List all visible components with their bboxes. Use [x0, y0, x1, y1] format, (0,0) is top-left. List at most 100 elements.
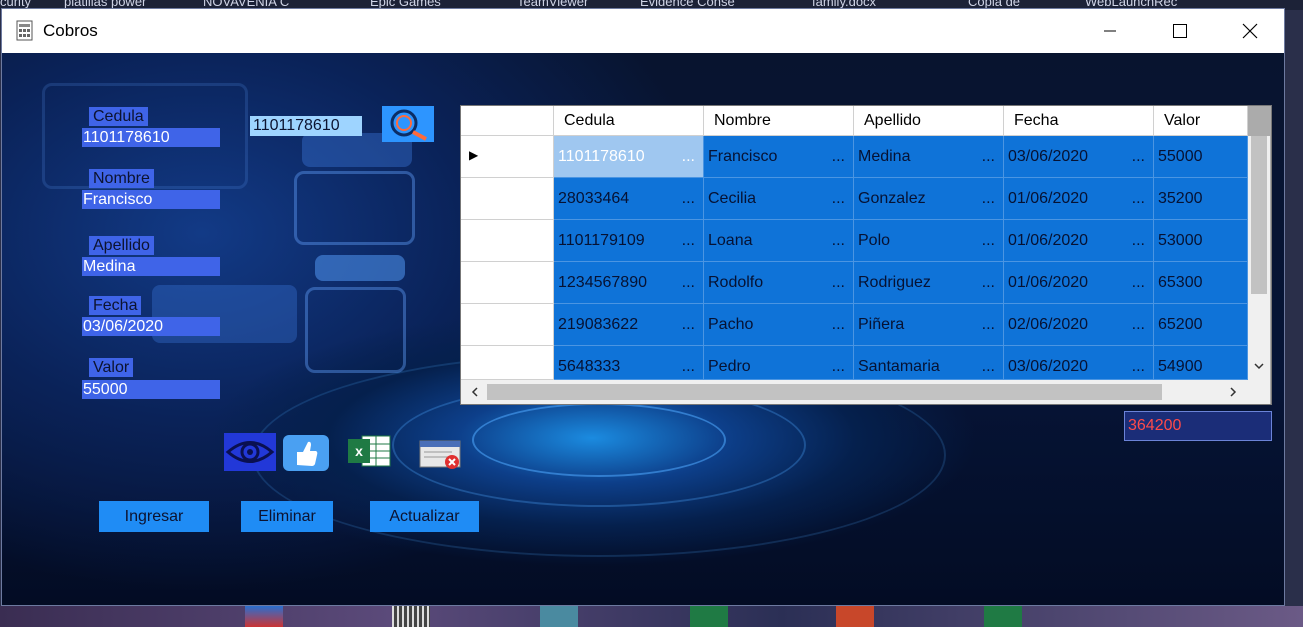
- grid-cell[interactable]: 35200: [1154, 178, 1248, 220]
- grid-cell[interactable]: 1101179109...: [554, 220, 704, 262]
- row-header[interactable]: ▶: [461, 136, 554, 178]
- minimize-button[interactable]: [1075, 9, 1145, 53]
- actualizar-button[interactable]: Actualizar: [370, 501, 479, 532]
- grid-cell[interactable]: 65300: [1154, 262, 1248, 304]
- grid-cell[interactable]: Rodriguez...: [854, 262, 1004, 304]
- cell-ellipsis[interactable]: ...: [832, 304, 845, 345]
- grid-cell[interactable]: Pacho...: [704, 304, 854, 346]
- title-bar[interactable]: Cobros: [2, 9, 1284, 53]
- cell-ellipsis[interactable]: ...: [832, 346, 845, 379]
- grid-cell[interactable]: 219083622...: [554, 304, 704, 346]
- chevron-right-icon[interactable]: [1227, 386, 1239, 398]
- grid-cell[interactable]: Gonzalez...: [854, 178, 1004, 220]
- cell-ellipsis[interactable]: ...: [682, 304, 695, 345]
- grid-cell[interactable]: Loana...: [704, 220, 854, 262]
- column-header-fecha[interactable]: Fecha: [1004, 106, 1154, 136]
- cell-ellipsis[interactable]: ...: [682, 346, 695, 379]
- chevron-down-icon[interactable]: [1253, 360, 1265, 372]
- grid-cell[interactable]: Francisco...: [704, 136, 854, 178]
- export-excel-button[interactable]: x: [346, 433, 392, 469]
- cell-ellipsis[interactable]: ...: [982, 220, 995, 261]
- maximize-button[interactable]: [1145, 9, 1215, 53]
- grid-cell[interactable]: 65200: [1154, 304, 1248, 346]
- vertical-scrollbar[interactable]: [1248, 136, 1270, 380]
- excel-shortcut-icon[interactable]: [690, 606, 728, 627]
- cell-ellipsis[interactable]: ...: [982, 346, 995, 379]
- total-field[interactable]: 364200: [1124, 411, 1272, 441]
- grid-cell[interactable]: Cecilia...: [704, 178, 854, 220]
- desktop-shortcut-icon[interactable]: [392, 606, 430, 627]
- cell-ellipsis[interactable]: ...: [682, 220, 695, 261]
- desktop-shortcut-icon[interactable]: [540, 606, 578, 627]
- cell-ellipsis[interactable]: ...: [682, 136, 695, 177]
- row-header[interactable]: [461, 178, 554, 220]
- cell-ellipsis[interactable]: ...: [832, 262, 845, 303]
- row-header[interactable]: [461, 220, 554, 262]
- grid-cell[interactable]: 1101178610...: [554, 136, 704, 178]
- column-header-valor[interactable]: Valor: [1154, 106, 1248, 136]
- cell-text: 54900: [1158, 358, 1203, 375]
- cell-ellipsis[interactable]: ...: [1132, 220, 1145, 261]
- cell-ellipsis[interactable]: ...: [1132, 304, 1145, 345]
- horizontal-scrollbar[interactable]: [461, 380, 1248, 404]
- grid-cell[interactable]: Santamaria...: [854, 346, 1004, 380]
- cell-ellipsis[interactable]: ...: [832, 220, 845, 261]
- grid-cell[interactable]: 01/06/2020...: [1004, 178, 1154, 220]
- grid-cell[interactable]: 02/06/2020...: [1004, 304, 1154, 346]
- grid-cell[interactable]: 1234567890...: [554, 262, 704, 304]
- search-button[interactable]: [382, 106, 434, 142]
- row-header[interactable]: [461, 304, 554, 346]
- cobros-grid[interactable]: Cedula Nombre Apellido Fecha Valor ▶ 1101…: [460, 105, 1272, 405]
- row-header[interactable]: [461, 262, 554, 304]
- fecha-field[interactable]: 03/06/2020: [82, 317, 220, 336]
- report-button[interactable]: [418, 437, 464, 471]
- grid-cell[interactable]: 01/06/2020...: [1004, 262, 1154, 304]
- cedula-field[interactable]: 1101178610: [82, 128, 220, 147]
- powerpoint-shortcut-icon[interactable]: [836, 606, 874, 627]
- cell-ellipsis[interactable]: ...: [682, 262, 695, 303]
- ingresar-button[interactable]: Ingresar: [99, 501, 209, 532]
- column-header-cedula[interactable]: Cedula: [554, 106, 704, 136]
- apellido-field[interactable]: Medina: [82, 257, 220, 276]
- grid-cell[interactable]: 03/06/2020...: [1004, 136, 1154, 178]
- scroll-thumb[interactable]: [487, 384, 1162, 400]
- scroll-thumb[interactable]: [1251, 136, 1267, 294]
- desktop-shortcut-icon[interactable]: [245, 606, 283, 627]
- valor-field[interactable]: 55000: [82, 380, 220, 399]
- nombre-field[interactable]: Francisco: [82, 190, 220, 209]
- grid-cell[interactable]: 28033464...: [554, 178, 704, 220]
- cell-ellipsis[interactable]: ...: [682, 178, 695, 219]
- grid-cell[interactable]: 5648333...: [554, 346, 704, 380]
- cell-ellipsis[interactable]: ...: [832, 136, 845, 177]
- view-button[interactable]: [224, 433, 276, 471]
- cell-ellipsis[interactable]: ...: [1132, 136, 1145, 177]
- grid-cell[interactable]: 03/06/2020...: [1004, 346, 1154, 380]
- cell-ellipsis[interactable]: ...: [982, 262, 995, 303]
- grid-cell[interactable]: Piñera...: [854, 304, 1004, 346]
- approve-button[interactable]: [283, 435, 329, 471]
- excel-shortcut-icon[interactable]: [984, 606, 1022, 627]
- cell-ellipsis[interactable]: ...: [1132, 262, 1145, 303]
- grid-cell[interactable]: 53000: [1154, 220, 1248, 262]
- cell-ellipsis[interactable]: ...: [982, 178, 995, 219]
- cell-ellipsis[interactable]: ...: [982, 136, 995, 177]
- cell-ellipsis[interactable]: ...: [982, 304, 995, 345]
- grid-cell[interactable]: Rodolfo...: [704, 262, 854, 304]
- close-button[interactable]: [1215, 9, 1285, 53]
- grid-cell[interactable]: 55000: [1154, 136, 1248, 178]
- search-input[interactable]: 1101178610: [250, 116, 362, 136]
- grid-cell[interactable]: Polo...: [854, 220, 1004, 262]
- eliminar-button[interactable]: Eliminar: [241, 501, 333, 532]
- grid-cell[interactable]: 01/06/2020...: [1004, 220, 1154, 262]
- cell-ellipsis[interactable]: ...: [832, 178, 845, 219]
- grid-cell[interactable]: Medina...: [854, 136, 1004, 178]
- chevron-left-icon[interactable]: [469, 386, 481, 398]
- column-header-apellido[interactable]: Apellido: [854, 106, 1004, 136]
- cell-ellipsis[interactable]: ...: [1132, 346, 1145, 379]
- cell-ellipsis[interactable]: ...: [1132, 178, 1145, 219]
- cell-text: 219083622: [558, 316, 639, 333]
- column-header-nombre[interactable]: Nombre: [704, 106, 854, 136]
- row-header[interactable]: [461, 346, 554, 380]
- grid-cell[interactable]: 54900: [1154, 346, 1248, 380]
- grid-cell[interactable]: Pedro...: [704, 346, 854, 380]
